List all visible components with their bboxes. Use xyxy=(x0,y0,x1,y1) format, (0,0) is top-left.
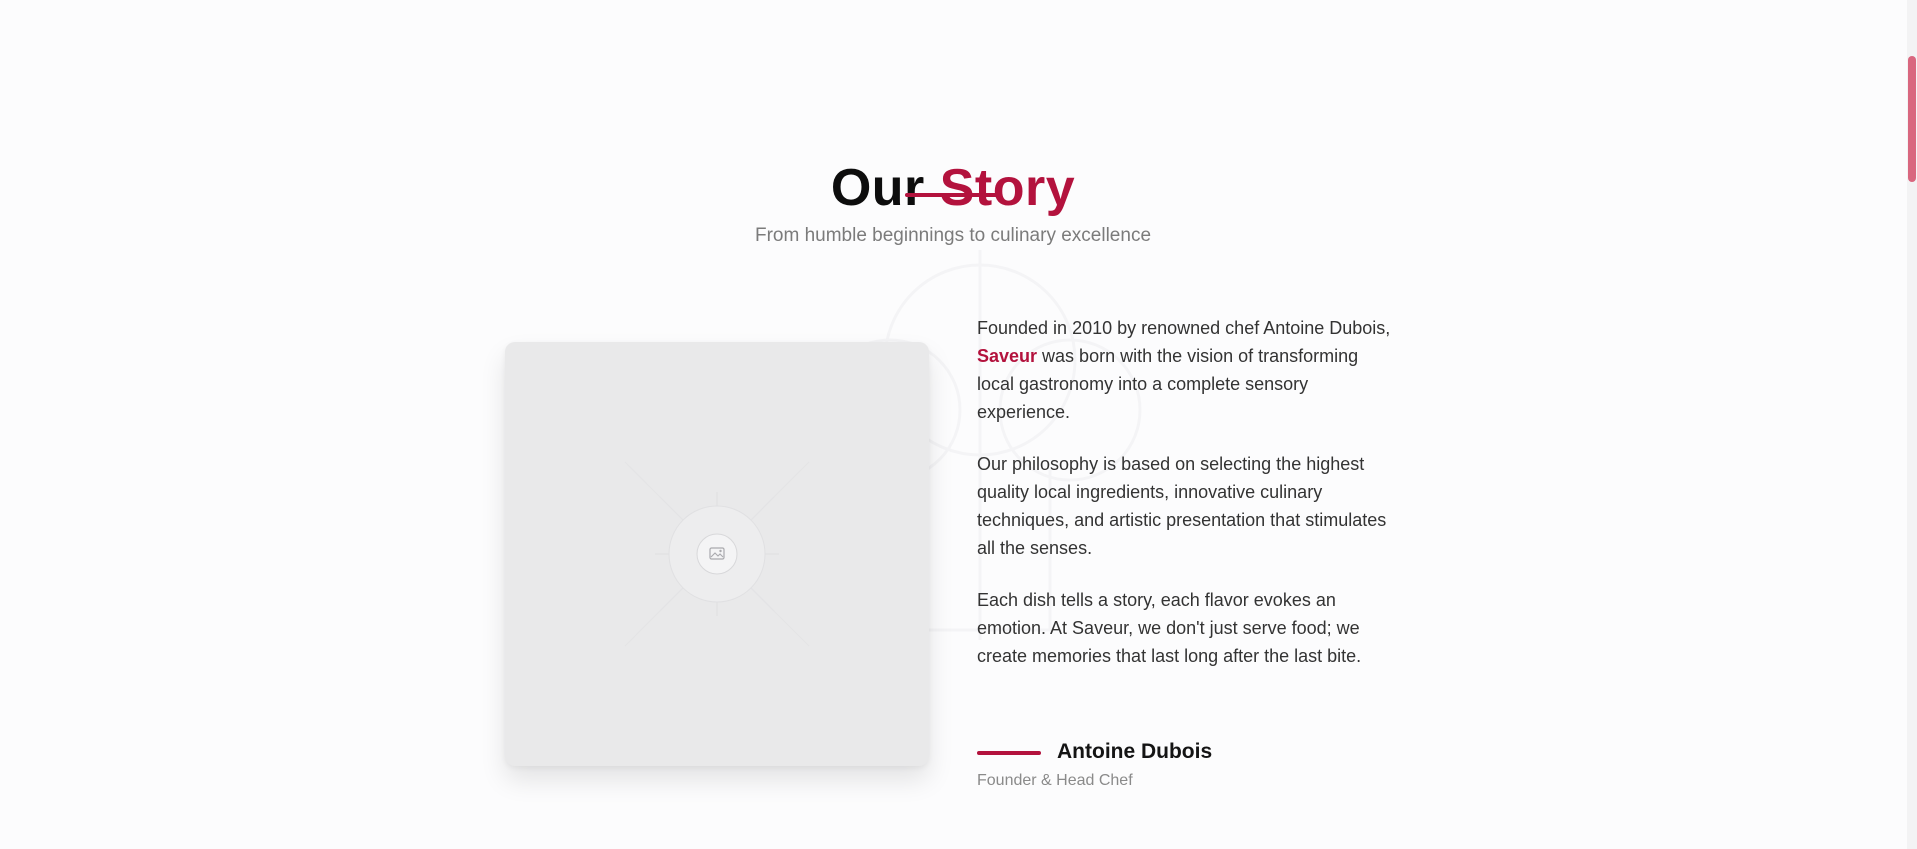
image-placeholder-icon xyxy=(624,461,810,647)
story-paragraph-1: Founded in 2010 by renowned chef Antoine… xyxy=(977,318,1391,422)
story-text: Founded in 2010 by renowned chef Antoine… xyxy=(977,314,1397,694)
title-accent: Story xyxy=(939,159,1076,218)
signature-name: Antoine Dubois xyxy=(1057,740,1213,763)
signature-role: Founder & Head Chef xyxy=(977,772,1133,789)
chef-signature: Antoine Dubois Founder & Head Chef xyxy=(977,740,1397,794)
story-image-placeholder xyxy=(505,342,929,766)
story-paragraph-3: Each dish tells a story, each flavor evo… xyxy=(977,590,1362,666)
our-story-section: Our Story From humble beginnings to culi… xyxy=(0,0,1917,849)
section-title: Our Story xyxy=(0,155,1906,221)
story-paragraph-2: Our philosophy is based on selecting the… xyxy=(977,454,1387,558)
section-subtitle: From humble beginnings to culinary excel… xyxy=(754,225,1152,246)
title-underline xyxy=(905,193,1001,197)
page-scrollbar[interactable] xyxy=(1907,0,1917,849)
signature-line xyxy=(977,751,1041,755)
brand-name: Saveur xyxy=(977,346,1038,366)
title-main: Our xyxy=(830,159,925,218)
scrollbar-thumb[interactable] xyxy=(1908,56,1916,182)
